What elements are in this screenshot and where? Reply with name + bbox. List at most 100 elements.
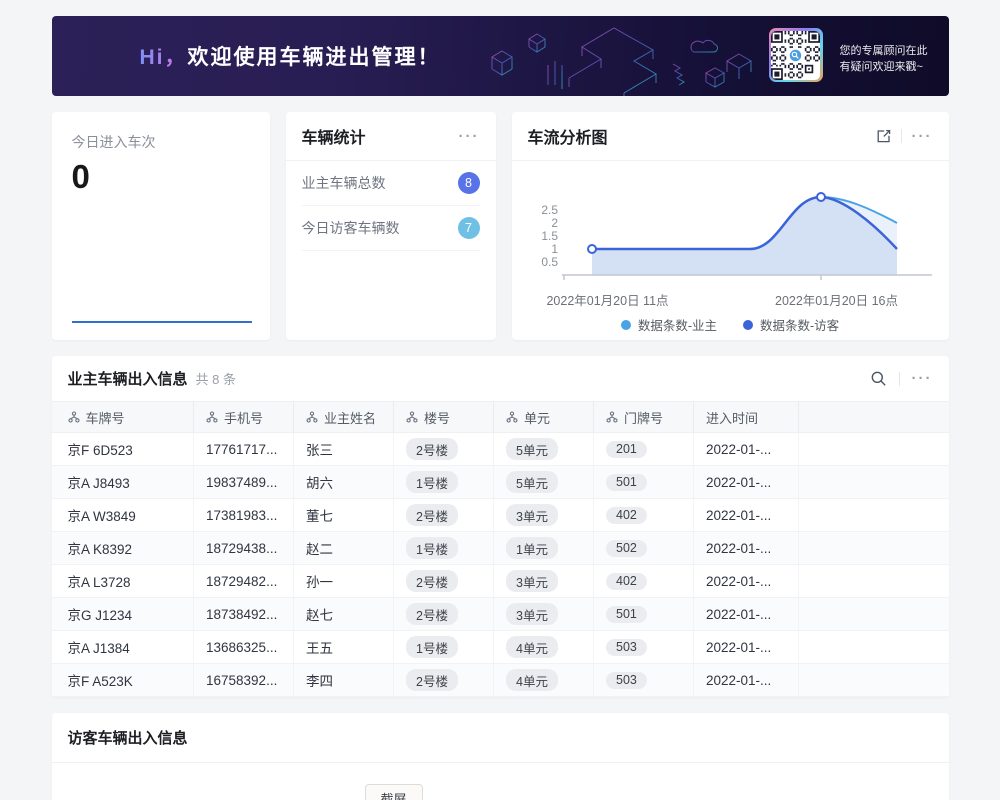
sitemap-icon	[506, 411, 518, 423]
tag-pill: 402	[606, 507, 647, 524]
table-cell: 2022-01-...	[694, 631, 799, 664]
tag-pill: 2号楼	[406, 504, 458, 526]
today-entries-label: 今日进入车次	[72, 132, 250, 152]
table-cell-empty	[799, 532, 949, 565]
table-cell: 18729482...	[194, 565, 294, 598]
table-cell: 董七	[294, 499, 394, 532]
owner-vehicles-card: 业主车辆出入信息 共 8 条 ··· 车牌号手机号业主姓名楼号单元门牌号进入时间…	[52, 356, 949, 697]
vehicle-stats-header: 车辆统计 ···	[286, 112, 496, 161]
summary-cards-row: 今日进入车次 0 车辆统计 ··· 业主车辆总数8今日访客车辆数7 车流分析图	[52, 112, 949, 340]
table-cell: 赵七	[294, 598, 394, 631]
tag-pill: 1号楼	[406, 537, 458, 559]
table-row: 京A L372818729482...孙一2号楼3单元4022022-01-..…	[52, 565, 949, 598]
traffic-chart-card: 车流分析图 ···	[512, 112, 949, 340]
tag-pill: 402	[606, 573, 647, 590]
table-cell: 京F A523K	[52, 664, 194, 697]
tag-pill: 1单元	[506, 537, 558, 559]
tools-divider	[901, 129, 902, 143]
column-header[interactable]: 楼号	[394, 402, 494, 433]
tag-pill: 5单元	[506, 438, 558, 460]
banner-wireframe-decoration	[477, 16, 757, 96]
column-header[interactable]: 业主姓名	[294, 402, 394, 433]
table-cell-empty	[799, 499, 949, 532]
y-axis-tick-labels: 0.511.522.5	[541, 203, 558, 269]
column-header-label: 车牌号	[86, 408, 125, 427]
sitemap-icon	[406, 411, 418, 423]
legend-dot-icon	[743, 320, 753, 330]
table-cell: 1单元	[494, 532, 594, 565]
sitemap-icon	[206, 411, 218, 423]
chart-legend: 数据条数-业主 数据条数-访客	[528, 315, 933, 334]
tag-pill: 1号楼	[406, 636, 458, 658]
table-cell: 张三	[294, 433, 394, 466]
table-cell-empty	[799, 565, 949, 598]
stat-label: 今日访客车辆数	[302, 218, 400, 238]
table-cell: 502	[594, 532, 694, 565]
stat-count-badge: 7	[458, 217, 480, 239]
table-row: 京G J123418738492...赵七2号楼3单元5012022-01-..…	[52, 598, 949, 631]
column-header[interactable]: 门牌号	[594, 402, 694, 433]
tag-pill: 501	[606, 474, 647, 491]
legend-label: 数据条数-业主	[638, 315, 717, 334]
table-cell-empty	[799, 598, 949, 631]
table-cell: 京F 6D523	[52, 433, 194, 466]
banner-greeting-highlight: Hi，	[140, 46, 188, 69]
table-cell: 2022-01-...	[694, 499, 799, 532]
table-cell: 京A J1384	[52, 631, 194, 664]
column-header[interactable]: 手机号	[194, 402, 294, 433]
sitemap-icon	[606, 411, 618, 423]
table-cell-empty	[799, 433, 949, 466]
search-icon[interactable]	[870, 370, 887, 387]
table-cell: 2022-01-...	[694, 433, 799, 466]
table-cell: 2号楼	[394, 664, 494, 697]
screenshot-button[interactable]: 截屏	[365, 784, 423, 800]
table-cell: 13686325...	[194, 631, 294, 664]
legend-item[interactable]: 数据条数-业主	[621, 315, 717, 334]
qr-caption-line2: 有疑问欢迎来戳~	[840, 59, 928, 75]
tag-pill: 4单元	[506, 669, 558, 691]
column-header[interactable]: 车牌号	[52, 402, 194, 433]
table-cell: 18738492...	[194, 598, 294, 631]
banner-greeting-text: 欢迎使用车辆进出管理！	[188, 46, 441, 69]
table-cell: 17761717...	[194, 433, 294, 466]
table-cell: 503	[594, 631, 694, 664]
vehicle-stats-list: 业主车辆总数8 今日访客车辆数 7	[286, 161, 496, 251]
table-cell: 18729438...	[194, 532, 294, 565]
legend-item[interactable]: 数据条数-访客	[743, 315, 839, 334]
today-entries-card: 今日进入车次 0	[52, 112, 270, 340]
expand-icon[interactable]	[876, 129, 891, 144]
owner-vehicles-table: 车牌号 手机号业主姓名楼号单元门牌号进入时间 京F 6D52317761717..…	[52, 401, 949, 697]
y-tick-label: 1.5	[541, 229, 558, 243]
table-row: 京A W384917381983...董七2号楼3单元4022022-01-..…	[52, 499, 949, 532]
tag-pill: 503	[606, 672, 647, 689]
owner-table-count: 共 8 条	[196, 369, 236, 388]
table-cell: 京A J8493	[52, 466, 194, 499]
legend-dot-icon	[621, 320, 631, 330]
table-cell: 李四	[294, 664, 394, 697]
table-cell: 5单元	[494, 466, 594, 499]
more-icon[interactable]: ···	[912, 371, 933, 386]
table-cell: 2号楼	[394, 433, 494, 466]
table-row: 京F A523K16758392...李四2号楼4单元5032022-01-..…	[52, 664, 949, 697]
more-icon[interactable]: ···	[459, 129, 480, 144]
table-row: 京A K839218729438...赵二1号楼1单元5022022-01-..…	[52, 532, 949, 565]
more-icon[interactable]: ···	[912, 129, 933, 144]
table-cell: 京A W3849	[52, 499, 194, 532]
table-row: 京A J849319837489...胡六1号楼5单元5012022-01-..…	[52, 466, 949, 499]
tag-pill: 3单元	[506, 570, 558, 592]
table-cell: 3单元	[494, 499, 594, 532]
column-header[interactable]: 单元	[494, 402, 594, 433]
tag-pill: 2号楼	[406, 570, 458, 592]
table-cell: 2号楼	[394, 499, 494, 532]
y-tick-label: 2.5	[541, 203, 558, 217]
tag-pill: 2号楼	[406, 438, 458, 460]
table-header-row: 车牌号 手机号业主姓名楼号单元门牌号进入时间	[52, 402, 949, 433]
table-cell: 1号楼	[394, 532, 494, 565]
column-header[interactable]: 进入时间	[694, 402, 799, 433]
owner-table-tools: ···	[870, 370, 933, 387]
column-header-empty	[799, 402, 949, 433]
tag-pill: 5单元	[506, 471, 558, 493]
tag-pill: 502	[606, 540, 647, 557]
table-cell: 京A K8392	[52, 532, 194, 565]
stat-row: 业主车辆总数8	[302, 161, 480, 206]
